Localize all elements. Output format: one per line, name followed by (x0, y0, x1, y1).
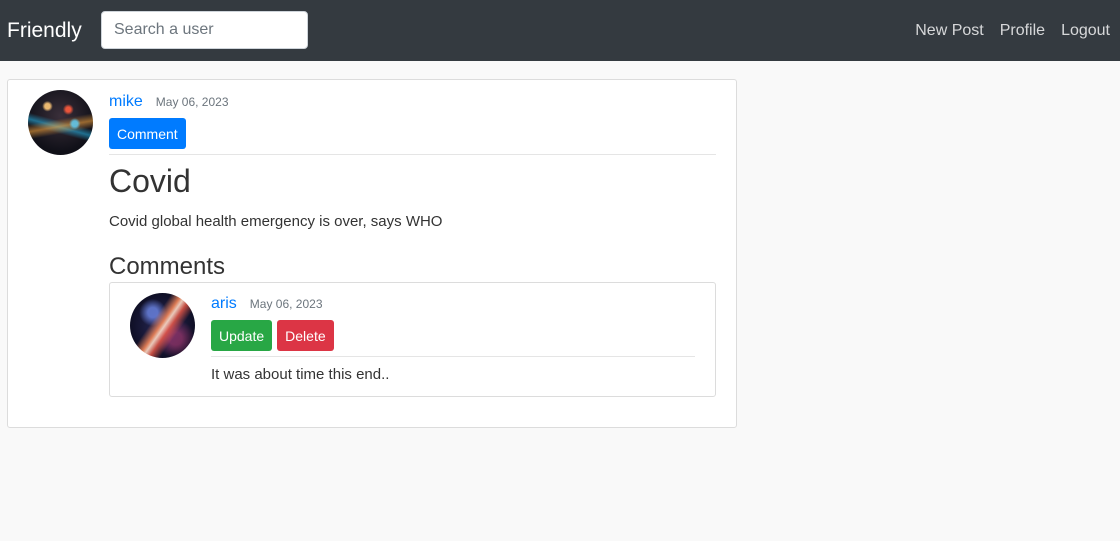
nav-link-logout[interactable]: Logout (1061, 20, 1110, 42)
delete-button[interactable]: Delete (277, 320, 334, 351)
comment-button[interactable]: Comment (109, 118, 186, 149)
navbar: Friendly New Post Profile Logout (0, 0, 1120, 61)
comment-author-link[interactable]: aris (211, 295, 237, 313)
comment-card: aris May 06, 2023 Update Delete It was a… (109, 282, 716, 397)
comment-meta: aris May 06, 2023 (211, 295, 695, 317)
post-card: mike May 06, 2023 Comment Covid Covid gl… (7, 79, 737, 428)
post-body: mike May 06, 2023 Comment Covid Covid gl… (109, 93, 716, 281)
nav-link-profile[interactable]: Profile (1000, 20, 1045, 42)
post-divider (109, 154, 716, 155)
comment-divider (211, 356, 695, 357)
comment-date: May 06, 2023 (249, 297, 323, 311)
nav-links: New Post Profile Logout (915, 20, 1110, 42)
comment-body: aris May 06, 2023 Update Delete It was a… (211, 295, 695, 385)
post-content: Covid global health emergency is over, s… (109, 213, 443, 230)
post-date: May 06, 2023 (155, 95, 229, 109)
nav-link-new-post[interactable]: New Post (915, 20, 983, 42)
post-title: Covid (109, 163, 191, 199)
comment-actions: Update Delete (211, 320, 695, 351)
comment-text: It was about time this end.. (211, 366, 390, 383)
comments-heading: Comments (109, 253, 226, 280)
comment-author-avatar (130, 293, 195, 358)
post-meta: mike May 06, 2023 (109, 93, 716, 115)
post-actions: Comment (109, 118, 716, 149)
search-input[interactable] (101, 11, 308, 49)
post-author-avatar (28, 90, 93, 155)
brand-logo[interactable]: Friendly (7, 17, 82, 45)
post-author-link[interactable]: mike (109, 93, 143, 111)
update-button[interactable]: Update (211, 320, 273, 351)
